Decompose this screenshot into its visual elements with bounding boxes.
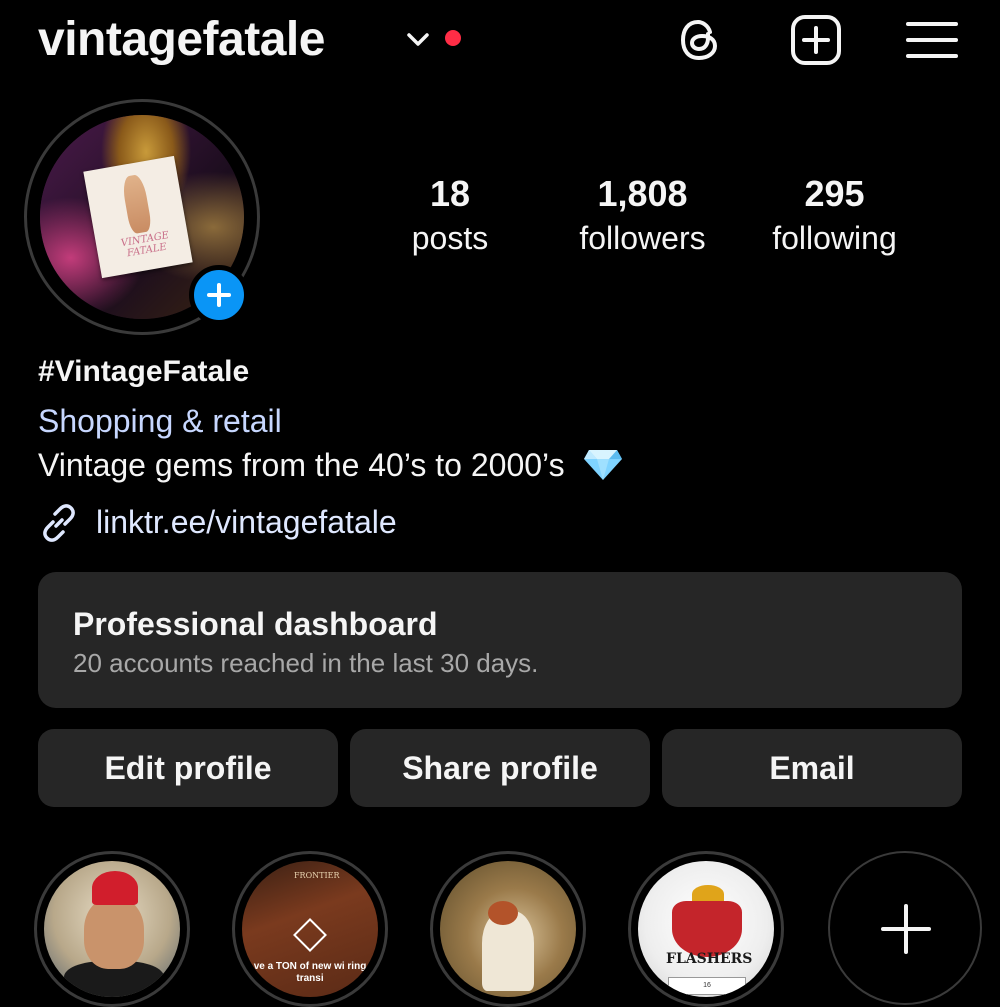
dashboard-title: Professional dashboard bbox=[73, 606, 438, 642]
following-label: following bbox=[772, 220, 897, 256]
highlight-figure bbox=[488, 901, 518, 925]
story-highlight[interactable]: FLASHERS 16 bbox=[638, 861, 774, 997]
dashboard-subtitle: 20 accounts reached in the last 30 days. bbox=[73, 648, 539, 678]
create-post-icon[interactable] bbox=[788, 12, 844, 68]
bio-text-row: Vintage gems from the 40’s to 2000’s bbox=[38, 444, 623, 486]
followers-count: 1,808 bbox=[597, 173, 688, 214]
chevron-down-icon[interactable] bbox=[404, 26, 432, 54]
posts-stat[interactable]: 18 posts bbox=[380, 170, 520, 258]
story-highlight[interactable]: FRONTIER ve a TON of new wi ring transi bbox=[242, 861, 378, 997]
threads-icon[interactable] bbox=[672, 12, 728, 68]
gem-icon bbox=[584, 450, 623, 480]
followers-stat[interactable]: 1,808 followers bbox=[560, 170, 725, 258]
followers-label: followers bbox=[579, 220, 706, 256]
story-highlight[interactable] bbox=[44, 861, 180, 997]
professional-dashboard-card[interactable]: Professional dashboard 20 accounts reach… bbox=[38, 572, 962, 708]
story-highlight[interactable] bbox=[440, 861, 576, 997]
highlight-figure bbox=[672, 901, 742, 957]
posts-count: 18 bbox=[429, 173, 471, 214]
posts-label: posts bbox=[411, 220, 489, 256]
highlight-figure bbox=[92, 871, 138, 905]
bio-name: #VintageFatale bbox=[38, 355, 250, 388]
highlight-tag-text: FRONTIER bbox=[294, 871, 340, 880]
highlight-caption: ve a TON of new wi ring transi bbox=[253, 961, 367, 984]
profile-username[interactable]: vintagefatale bbox=[38, 10, 325, 70]
edit-profile-button[interactable]: Edit profile bbox=[38, 729, 338, 807]
share-profile-button[interactable]: Share profile bbox=[350, 729, 650, 807]
highlight-figure bbox=[84, 897, 144, 969]
link-icon bbox=[43, 504, 75, 542]
following-stat[interactable]: 295 following bbox=[752, 170, 917, 258]
highlight-label-text: 16 bbox=[668, 977, 746, 995]
email-button[interactable]: Email bbox=[662, 729, 962, 807]
bio-link-text[interactable]: linktr.ee/vintagefatale bbox=[96, 500, 397, 544]
bio-category[interactable]: Shopping & retail bbox=[38, 400, 282, 442]
highlight-figure bbox=[293, 918, 327, 952]
notification-dot bbox=[445, 30, 461, 46]
add-story-button[interactable] bbox=[189, 265, 249, 325]
following-count: 295 bbox=[804, 173, 865, 214]
bio-text: Vintage gems from the 40’s to 2000’s bbox=[38, 447, 565, 483]
avatar-logo-text: VINTAGE FATALE bbox=[120, 229, 170, 260]
menu-icon[interactable] bbox=[904, 12, 960, 68]
new-highlight-button[interactable] bbox=[828, 851, 982, 1005]
highlight-image-text: FLASHERS bbox=[666, 951, 753, 967]
avatar-card: VINTAGE FATALE bbox=[83, 155, 193, 279]
avatar-pinup-figure bbox=[120, 173, 153, 235]
